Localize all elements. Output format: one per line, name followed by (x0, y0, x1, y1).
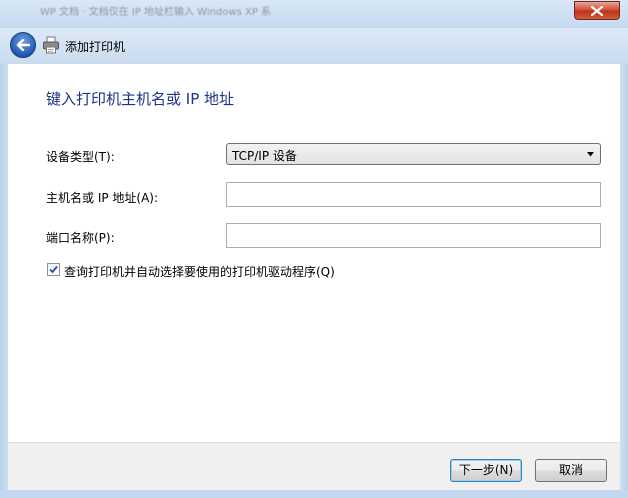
window-title: WP 文档 · 文档仅在 IP 地址栏输入 Windows XP 系 (40, 7, 272, 18)
wizard-content: 键入打印机主机名或 IP 地址 设备类型(T): TCP/IP 设备 主机名或 … (8, 64, 620, 442)
window-frame-left (0, 64, 8, 498)
back-button[interactable] (10, 32, 36, 58)
window-titlebar: WP 文档 · 文档仅在 IP 地址栏输入 Windows XP 系 (0, 0, 628, 28)
next-button[interactable]: 下一步(N) (450, 459, 522, 482)
window-frame-right (620, 64, 628, 498)
navigation-bar: 添加打印机 (0, 28, 628, 64)
check-icon (49, 265, 58, 274)
device-type-value: TCP/IP 设备 (232, 149, 297, 163)
close-button[interactable] (574, 1, 620, 20)
close-icon (591, 5, 603, 16)
wizard-title: 添加打印机 (65, 40, 126, 54)
window-frame-bottom (0, 490, 628, 498)
printer-icon (43, 36, 59, 54)
wizard-footer: 下一步(N) 取消 (8, 442, 620, 490)
cancel-button[interactable]: 取消 (535, 459, 607, 482)
host-input[interactable] (226, 182, 601, 207)
query-printer-label[interactable]: 查询打印机并自动选择要使用的打印机驱动程序(Q) (64, 263, 335, 280)
device-type-label: 设备类型(T): (46, 150, 115, 164)
chevron-down-icon (587, 152, 594, 157)
page-heading: 键入打印机主机名或 IP 地址 (46, 90, 235, 108)
port-label: 端口名称(P): (46, 231, 115, 245)
device-type-select[interactable]: TCP/IP 设备 (226, 143, 601, 165)
host-label: 主机名或 IP 地址(A): (46, 191, 159, 205)
back-arrow-icon (16, 39, 30, 51)
query-printer-checkbox[interactable] (47, 263, 60, 276)
port-input[interactable] (226, 223, 601, 248)
